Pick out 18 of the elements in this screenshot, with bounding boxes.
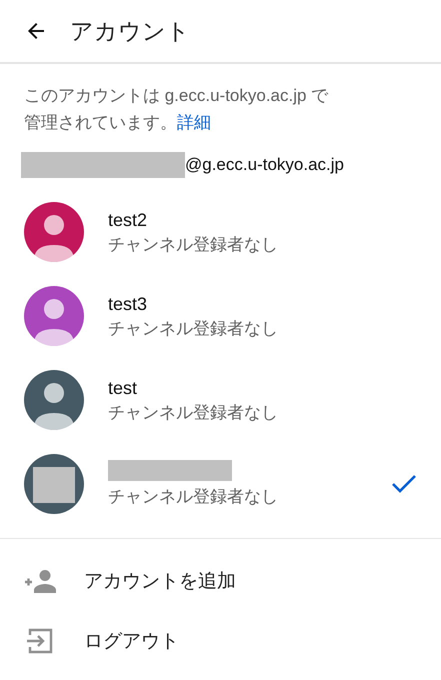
account-item[interactable]: test2 チャンネル登録者なし: [0, 190, 441, 274]
account-item[interactable]: test3 チャンネル登録者なし: [0, 274, 441, 358]
email-address: @g.ecc.u-tokyo.ac.jp: [185, 155, 344, 175]
managed-notice: このアカウントは g.ecc.u-tokyo.ac.jp で管理されています。詳細: [24, 85, 330, 134]
menu-item[interactable]: アカウントを追加: [0, 551, 441, 611]
account-name: test2: [108, 209, 148, 232]
details-link[interactable]: 詳細: [177, 113, 211, 132]
account-name: test: [108, 377, 138, 400]
subscriber-count: チャンネル登録者なし: [108, 402, 279, 424]
menu-item[interactable]: ログアウト: [0, 611, 441, 671]
account-item[interactable]: チャンネル登録者なし: [0, 442, 441, 526]
subscriber-count: チャンネル登録者なし: [108, 486, 279, 508]
checkmark-icon: [391, 474, 417, 494]
subscriber-count: チャンネル登録者なし: [108, 234, 279, 256]
account-item[interactable]: test チャンネル登録者なし: [0, 358, 441, 442]
account-name: test3: [108, 293, 148, 316]
page-title: アカウント: [70, 16, 190, 46]
subscriber-count: チャンネル登録者なし: [108, 318, 279, 340]
